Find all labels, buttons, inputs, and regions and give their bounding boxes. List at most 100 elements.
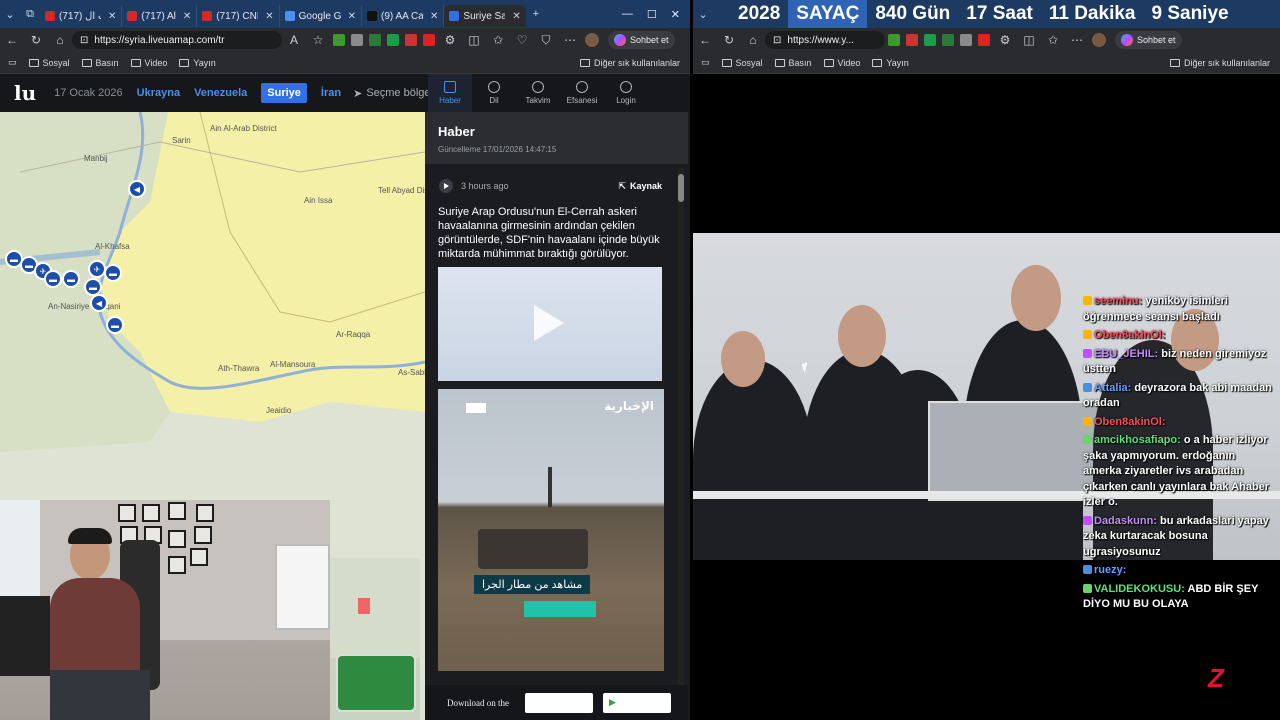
- browser-tab[interactable]: البث ال (717) ✕: [40, 5, 123, 27]
- profile-avatar[interactable]: [1092, 33, 1106, 47]
- browser-essentials-icon[interactable]: ⛉: [534, 33, 558, 48]
- profile-avatar[interactable]: [585, 33, 599, 47]
- header-tab-takvim[interactable]: Takvim: [516, 74, 560, 112]
- map-event-marker-icon[interactable]: ▬: [104, 264, 122, 282]
- google-play-button[interactable]: ▶: [603, 692, 671, 713]
- extension-icon[interactable]: [423, 34, 435, 46]
- tab-close-icon[interactable]: ✕: [348, 11, 356, 22]
- bookmark-basın[interactable]: Basın: [81, 58, 119, 68]
- nav-link-0[interactable]: Ukrayna: [137, 87, 180, 99]
- tab-close-icon[interactable]: ✕: [265, 11, 273, 22]
- extension-icon[interactable]: [942, 34, 954, 46]
- map-event-marker-icon[interactable]: ◀: [128, 180, 146, 198]
- sidebar-toggle-icon[interactable]: ▭: [8, 57, 17, 68]
- extension-icon[interactable]: [960, 34, 972, 46]
- extension-icon[interactable]: [405, 34, 417, 46]
- site-info-icon[interactable]: ⊡: [80, 35, 88, 46]
- chat-username[interactable]: ruezy:: [1094, 564, 1126, 576]
- chat-username[interactable]: Dadaskunn:: [1094, 515, 1157, 527]
- chat-username[interactable]: EBU_JEHIL:: [1094, 348, 1158, 360]
- favorites-icon[interactable]: ✩: [1041, 33, 1065, 47]
- other-favorites[interactable]: Diğer sık kullanılanlar: [1169, 58, 1270, 68]
- tab-close-icon[interactable]: ✕: [108, 11, 116, 22]
- map-event-marker-icon[interactable]: ✈: [88, 260, 106, 278]
- nav-link-2[interactable]: Suriye: [261, 83, 307, 103]
- refresh-icon[interactable]: ↻: [717, 33, 741, 47]
- tab-close-icon[interactable]: ✕: [430, 11, 438, 22]
- home-icon[interactable]: ⌂: [48, 33, 72, 47]
- extension-icon[interactable]: [924, 34, 936, 46]
- browser-tab[interactable]: Suriye Savaş ✕: [444, 5, 526, 27]
- map-event-marker-icon[interactable]: ▬: [62, 270, 80, 288]
- split-screen-icon[interactable]: ◫: [1017, 33, 1041, 47]
- favorite-star-icon[interactable]: ☆: [306, 33, 330, 47]
- tab-close-icon[interactable]: ✕: [512, 11, 520, 22]
- new-tab-plus-icon[interactable]: +: [526, 4, 546, 24]
- extensions-puzzle-icon[interactable]: ⚙: [993, 33, 1017, 47]
- bookmark-video[interactable]: Video: [130, 58, 167, 68]
- extension-icon[interactable]: [387, 34, 399, 46]
- app-store-button[interactable]: [525, 692, 593, 713]
- browser-tab[interactable]: (717) Al ✕: [122, 5, 198, 27]
- extension-icon[interactable]: [351, 34, 363, 46]
- other-favorites[interactable]: Diğer sık kullanılanlar: [579, 58, 680, 68]
- source-link[interactable]: ⇱ Kaynak: [618, 181, 662, 192]
- browser-tab[interactable]: Google Gem ✕: [280, 5, 363, 27]
- header-tab-dil[interactable]: Dil: [472, 74, 516, 112]
- tab-list-chevron-icon[interactable]: ⌄: [0, 4, 20, 24]
- chat-username[interactable]: seeminu:: [1094, 295, 1142, 307]
- chat-username[interactable]: VALIDEKOKUSU:: [1094, 583, 1185, 595]
- nav-link-3[interactable]: İran: [321, 87, 341, 99]
- left-url-field[interactable]: ⊡ https://syria.liveuamap.com/tr: [72, 31, 282, 49]
- read-aloud-icon[interactable]: A: [282, 33, 306, 47]
- home-icon[interactable]: ⌂: [741, 33, 765, 47]
- sidebar-toggle-icon[interactable]: ▭: [701, 57, 710, 68]
- news-body[interactable]: Suriye Arap Ordusu'nun El-Cerrah askeri …: [438, 205, 674, 261]
- workspaces-icon[interactable]: ⧉: [20, 4, 40, 24]
- close-window-icon[interactable]: ✕: [671, 8, 680, 21]
- bookmark-video[interactable]: Video: [823, 58, 860, 68]
- favorites-icon[interactable]: ✩: [486, 33, 510, 47]
- split-screen-icon[interactable]: ◫: [462, 33, 486, 47]
- chat-username[interactable]: Oben8akinOl:: [1094, 416, 1166, 428]
- collections-icon[interactable]: ♡: [510, 33, 534, 47]
- maximize-icon[interactable]: ☐: [647, 8, 657, 21]
- tab-list-chevron-icon[interactable]: ⌄: [693, 4, 713, 24]
- bookmark-sosyal[interactable]: Sosyal: [721, 58, 763, 68]
- extension-icon[interactable]: [978, 34, 990, 46]
- chat-username[interactable]: Oben8akinOl:: [1094, 329, 1166, 341]
- news-video-thumbnail[interactable]: [438, 267, 662, 381]
- browser-tab[interactable]: (717) CNN T ✕: [197, 5, 280, 27]
- bookmark-basın[interactable]: Basın: [774, 58, 812, 68]
- news-image[interactable]: الإخبارية مشاهد من مطار الجرا: [438, 389, 664, 671]
- region-selector[interactable]: ➤ Seçme bölgele: [353, 87, 439, 100]
- bookmark-yayın[interactable]: Yayın: [872, 58, 909, 68]
- map-event-marker-icon[interactable]: ◀: [90, 294, 108, 312]
- map-event-marker-icon[interactable]: ▬: [106, 316, 124, 334]
- copilot-button[interactable]: Sohbet et: [608, 31, 675, 49]
- more-menu-icon[interactable]: ⋯: [558, 33, 582, 47]
- bookmark-yayın[interactable]: Yayın: [179, 58, 216, 68]
- header-tab-login[interactable]: Login: [604, 74, 648, 112]
- site-info-icon[interactable]: ⊡: [773, 35, 781, 46]
- chat-username[interactable]: Attalia:: [1094, 382, 1131, 394]
- bookmark-sosyal[interactable]: Sosyal: [28, 58, 70, 68]
- copilot-button[interactable]: Sohbet et: [1115, 31, 1182, 49]
- more-menu-icon[interactable]: ⋯: [1065, 33, 1089, 47]
- back-icon[interactable]: ←: [693, 33, 717, 47]
- news-scrollbar[interactable]: [678, 168, 684, 708]
- browser-tab[interactable]: (9) AA Canl ✕: [362, 5, 445, 27]
- header-tab-efsanesi[interactable]: Efsanesi: [560, 74, 604, 112]
- header-tab-haber[interactable]: Haber: [428, 74, 472, 112]
- extension-icon[interactable]: [888, 34, 900, 46]
- play-icon[interactable]: [534, 305, 564, 341]
- extension-icon[interactable]: [906, 34, 918, 46]
- minimize-icon[interactable]: —: [622, 8, 633, 21]
- back-icon[interactable]: ←: [0, 33, 24, 47]
- chat-username[interactable]: amcikhosafiapo:: [1094, 434, 1181, 446]
- extension-icon[interactable]: [333, 34, 345, 46]
- extensions-puzzle-icon[interactable]: ⚙: [438, 33, 462, 47]
- refresh-icon[interactable]: ↻: [24, 33, 48, 47]
- right-url-field[interactable]: ⊡ https://www.y...: [765, 31, 885, 49]
- extension-icon[interactable]: [369, 34, 381, 46]
